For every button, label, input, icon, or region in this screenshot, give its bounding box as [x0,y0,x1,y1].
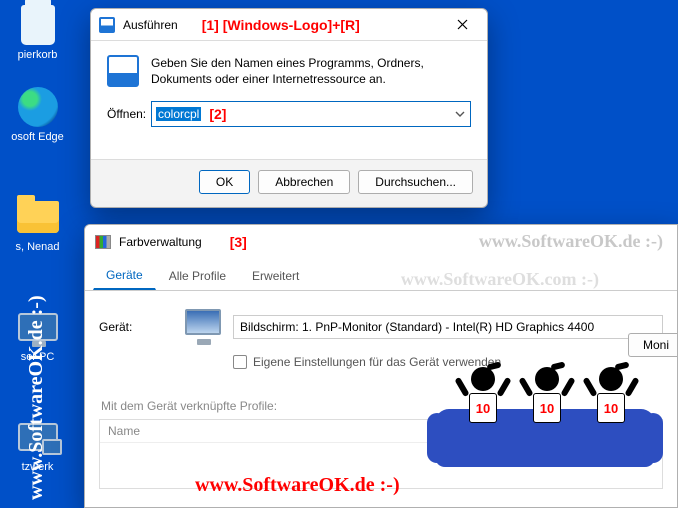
watermark-mid-right: www.SoftwareOK.com :-) [401,269,599,290]
recycle-bin-icon [21,5,55,45]
use-own-settings-checkbox[interactable] [233,355,247,369]
score-card: 10 [533,393,561,423]
watermark-vertical: www.SoftwareOK.de :-) [25,295,48,500]
open-value: colorcpl [156,107,201,121]
watermark-bottom: www.SoftwareOK.de :-) [195,474,400,497]
judge-2: 10 [521,367,573,423]
run-titlebar[interactable]: Ausführen [1] [Windows-Logo]+[R] [91,9,487,41]
judge-1: 10 [457,367,509,423]
desktop: pierkorb osoft Edge s, Nenad ser PC tzwe… [0,0,678,508]
color-management-window: Farbverwaltung [3] www.SoftwareOK.de :-)… [84,224,678,508]
score-card: 10 [597,393,625,423]
open-label: Öffnen: [107,107,151,121]
tab-all-profiles[interactable]: Alle Profile [156,263,239,290]
device-combobox[interactable]: Bildschirm: 1. PnP-Monitor (Standard) - … [233,315,663,339]
desktop-icon-label: osoft Edge [5,131,70,143]
edge-icon [18,87,58,127]
annotation-3: [3] [230,234,247,250]
desktop-icon-user-folder[interactable]: s, Nenad [5,195,70,253]
open-combobox[interactable]: colorcpl [2] [151,101,471,127]
chevron-down-icon [454,108,466,120]
run-icon [99,17,115,33]
close-icon [457,19,468,30]
run-description: Geben Sie den Namen eines Programms, Ord… [151,55,471,87]
run-dialog: Ausführen [1] [Windows-Logo]+[R] Geben S… [90,8,488,208]
cancel-button[interactable]: Abbrechen [258,170,350,194]
folder-icon [17,201,59,233]
tab-devices[interactable]: Geräte [93,262,156,290]
run-button-row: OK Abbrechen Durchsuchen... [91,159,487,203]
device-value: Bildschirm: 1. PnP-Monitor (Standard) - … [240,320,594,334]
color-management-icon [95,235,111,249]
desktop-icon-edge[interactable]: osoft Edge [5,85,70,143]
run-app-icon [107,55,139,87]
ok-button[interactable]: OK [199,170,250,194]
cm-title: Farbverwaltung [119,235,202,249]
watermark-top-right: www.SoftwareOK.de :-) [479,231,663,252]
desktop-icon-label: pierkorb [5,49,70,61]
annotation-1: [1] [Windows-Logo]+[R] [202,17,360,33]
desktop-icon-label: s, Nenad [5,241,70,253]
run-title: Ausführen [123,18,178,32]
annotation-2: [2] [209,106,226,122]
monitor-icon [185,309,225,345]
score-card: 10 [469,393,497,423]
close-button[interactable] [443,11,481,39]
judge-3: 10 [585,367,637,423]
device-label: Gerät: [99,320,185,334]
tab-advanced[interactable]: Erweitert [239,263,312,290]
judges-cartoon: 10 10 10 [435,347,655,467]
browse-button[interactable]: Durchsuchen... [358,170,473,194]
desktop-icon-recycle-bin[interactable]: pierkorb [5,3,70,61]
